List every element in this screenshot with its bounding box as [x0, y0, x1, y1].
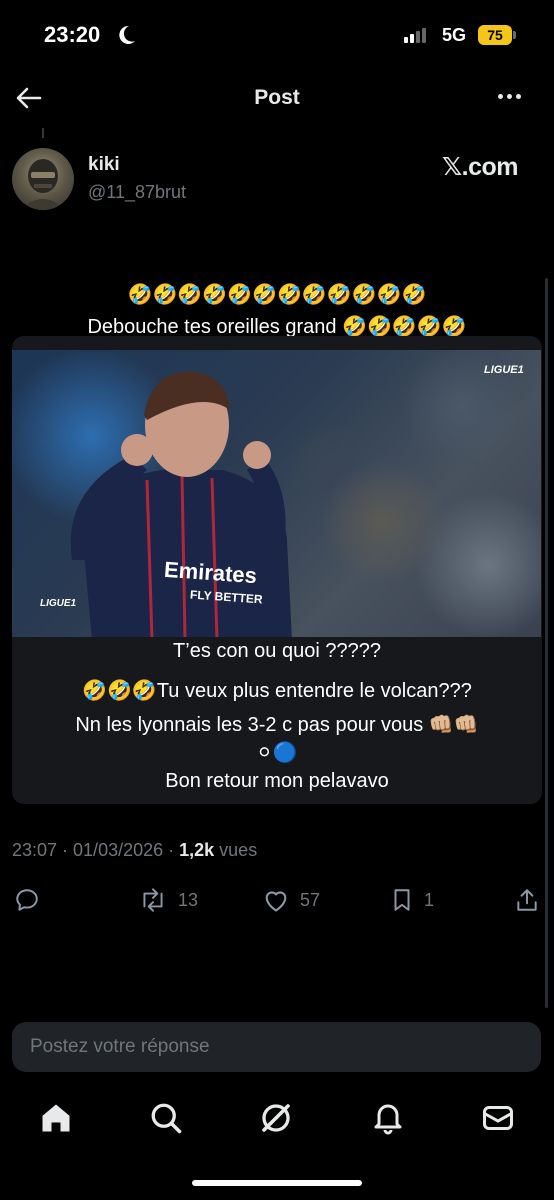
comment-icon — [16, 889, 38, 911]
video-media[interactable]: LIGUE1 LIGUE1 Emirates FLY BETTER — [12, 350, 541, 637]
views-label: vues — [214, 840, 258, 860]
post-meta: 23:07 · 01/03/2026 · 1,2k vues — [12, 840, 257, 861]
post-caption-5: ⚪🔵 — [256, 740, 298, 764]
status-bar: 23:20 5G 75 — [0, 0, 554, 72]
notifications-icon[interactable] — [370, 1100, 406, 1136]
page-title: Post — [254, 86, 300, 109]
messages-icon[interactable] — [480, 1100, 516, 1136]
status-time: 23:20 — [44, 22, 101, 47]
more-options-icon[interactable] — [498, 94, 521, 99]
battery-tip — [513, 31, 516, 39]
reply-button[interactable] — [14, 880, 40, 920]
repost-count: 13 — [178, 889, 199, 910]
post-caption-2: T’es con ou quoi ????? — [173, 640, 381, 662]
repost-icon — [143, 888, 163, 912]
post-emoji-line: 🤣🤣🤣🤣🤣🤣🤣🤣🤣🤣🤣🤣 — [127, 282, 427, 306]
bookmark-button[interactable]: 1 — [390, 880, 434, 920]
post-caption-6: Bon retour mon pelavavo — [165, 770, 389, 792]
heart-icon — [265, 891, 287, 912]
grok-icon[interactable] — [258, 1100, 294, 1136]
post-actions: 13 57 1 — [0, 880, 554, 920]
like-button[interactable]: 57 — [262, 880, 320, 920]
network-type: 5G — [442, 25, 467, 45]
share-icon — [517, 889, 537, 911]
views-count: 1,2k — [179, 840, 215, 860]
signal-icon — [404, 28, 426, 43]
source-watermark: 𝕏.com — [442, 153, 519, 181]
post-caption-3: 🤣🤣🤣Tu veux plus entendre le volcan??? — [82, 680, 472, 702]
author-name[interactable]: kiki — [88, 154, 120, 176]
avatar-helmet-image — [20, 159, 66, 210]
top-header: Post — [0, 72, 554, 124]
bookmark-count: 1 — [424, 889, 435, 910]
moon-icon — [119, 25, 135, 44]
search-icon[interactable] — [148, 1100, 184, 1136]
author-handle[interactable]: @11_87brut — [88, 182, 186, 203]
home-icon[interactable] — [38, 1100, 74, 1136]
post-timestamp[interactable]: 23:07 · 01/03/2026 · — [12, 840, 179, 860]
battery-indicator: 75 — [478, 25, 512, 45]
repost-button[interactable]: 13 — [138, 880, 198, 920]
post-caption-4: Nn les lyonnais les 3-2 c pas pour vous … — [75, 714, 479, 736]
bookmark-icon — [394, 889, 410, 911]
home-indicator — [192, 1180, 362, 1186]
avatar[interactable] — [12, 148, 74, 210]
like-count: 57 — [300, 889, 321, 910]
ligue1-logo-bottom: LIGUE1 — [40, 598, 77, 609]
reply-input[interactable]: Postez votre réponse — [12, 1022, 541, 1072]
ligue1-logo-top: LIGUE1 — [484, 364, 524, 376]
thread-connector — [42, 128, 44, 138]
share-button[interactable] — [514, 880, 540, 920]
player-figure — [70, 371, 292, 637]
